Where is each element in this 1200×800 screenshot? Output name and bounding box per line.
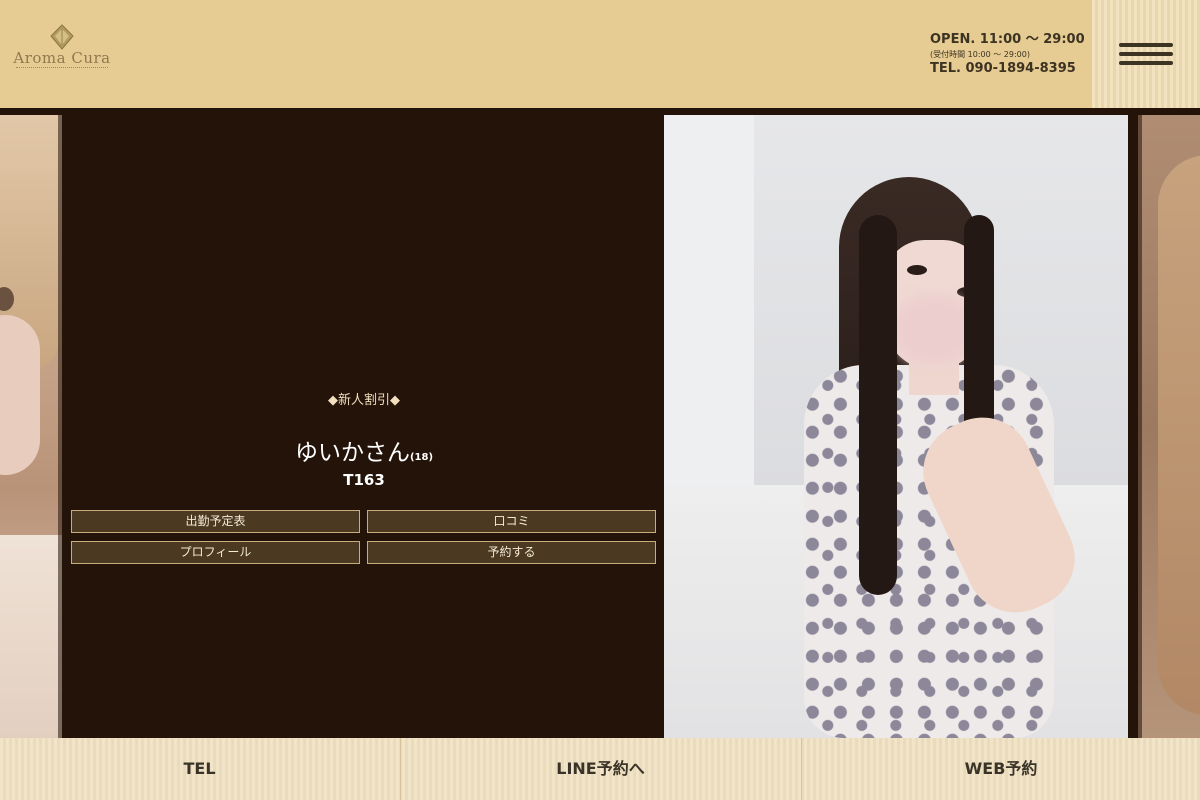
therapist-name-row: ゆいかさん(18) bbox=[66, 433, 662, 467]
photo-face bbox=[0, 315, 40, 475]
reception-hours: (受付時間 10:00 〜 29:00) bbox=[930, 50, 1030, 59]
hamburger-menu-button[interactable] bbox=[1092, 0, 1200, 108]
diamond-emblem-icon bbox=[50, 24, 74, 50]
logo-text: Aroma Cura bbox=[13, 49, 111, 67]
photo-clothing bbox=[0, 535, 62, 738]
reserve-button[interactable]: 予約する bbox=[367, 541, 656, 564]
profile-button[interactable]: プロフィール bbox=[71, 541, 360, 564]
line-reservation-button[interactable]: LINE予約へ bbox=[400, 738, 800, 800]
bottom-navigation: TEL LINE予約へ WEB予約 bbox=[0, 738, 1200, 800]
therapist-age: (18) bbox=[409, 452, 434, 463]
opening-hours: OPEN. 11:00 〜 29:00 bbox=[930, 32, 1085, 47]
profile-info-panel: ◆新人割引◆ ゆいかさん(18) T163 出勤予定表 口コミ プロフィール 予… bbox=[66, 115, 662, 738]
slide-shade bbox=[1138, 115, 1142, 738]
logo[interactable]: Aroma Cura bbox=[12, 24, 112, 78]
web-reservation-button[interactable]: WEB予約 bbox=[801, 738, 1200, 800]
contact-info: OPEN. 11:00 〜 29:00 (受付時間 10:00 〜 29:00)… bbox=[930, 32, 1090, 77]
therapist-photo[interactable] bbox=[664, 115, 1128, 738]
logo-tagline-line bbox=[16, 67, 108, 70]
site-header: Aroma Cura OPEN. 11:00 〜 29:00 (受付時間 10:… bbox=[0, 0, 1200, 108]
slide-shade bbox=[58, 115, 62, 738]
photo-background bbox=[664, 115, 754, 515]
previous-slide-image[interactable] bbox=[0, 115, 62, 738]
menu-bar-icon bbox=[1119, 43, 1173, 47]
photo-hair-strand bbox=[859, 215, 897, 595]
phone-number[interactable]: TEL. 090-1894-8395 bbox=[930, 61, 1090, 77]
menu-bar-icon bbox=[1119, 61, 1173, 65]
tel-button[interactable]: TEL bbox=[0, 738, 399, 800]
menu-bar-icon bbox=[1119, 52, 1173, 56]
next-slide-image[interactable] bbox=[1138, 115, 1200, 738]
schedule-button[interactable]: 出勤予定表 bbox=[71, 510, 360, 533]
reviews-button[interactable]: 口コミ bbox=[367, 510, 656, 533]
photo-hair bbox=[1158, 155, 1200, 715]
therapist-name: ゆいかさん bbox=[294, 440, 410, 466]
photo-eye bbox=[907, 265, 927, 275]
therapist-height: T163 bbox=[343, 471, 385, 489]
catch-copy: ◆新人割引◆ bbox=[328, 393, 400, 408]
